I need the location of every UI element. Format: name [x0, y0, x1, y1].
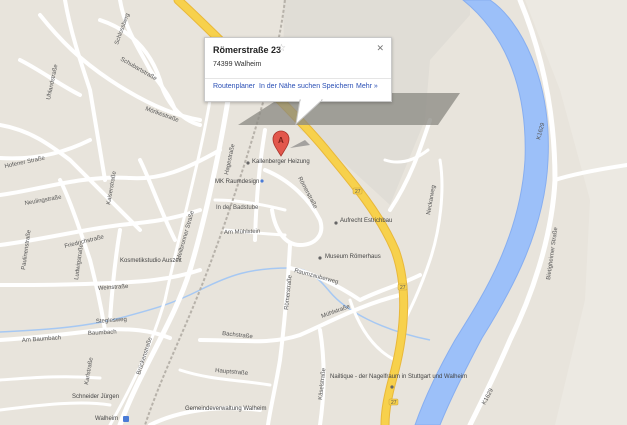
svg-text:Kosmetikstudio Auszeit: Kosmetikstudio Auszeit	[120, 258, 182, 264]
poi-museum[interactable]: Museum Römerhaus	[318, 254, 381, 260]
svg-text:Walheim: Walheim	[95, 416, 118, 422]
route-planner-link[interactable]: Routenplaner	[213, 83, 255, 90]
info-window-title: Römerstraße 23	[213, 45, 282, 55]
svg-text:27: 27	[355, 189, 361, 195]
poi-schneider[interactable]: Schneider Jürgen	[72, 394, 119, 400]
svg-text:A: A	[278, 136, 284, 145]
poi-mk-raumdesign[interactable]: MK Raumdesign	[215, 179, 264, 185]
svg-text:27: 27	[400, 285, 406, 291]
search-nearby-link[interactable]: In der Nähe suchen	[259, 83, 320, 90]
info-window-address: 74399 Walheim	[213, 61, 262, 68]
highway-shield-27c: 27	[388, 398, 399, 406]
label-muehlstein: Am Mühlstein	[224, 229, 261, 236]
info-window-actions: Routenplaner In der Nähe suchen Speicher…	[205, 78, 391, 93]
svg-text:27: 27	[391, 400, 397, 406]
poi-gemeinde[interactable]: Gemeindeverwaltung Walheim	[185, 406, 266, 412]
highway-shield-27: 27	[352, 187, 363, 195]
label-badstube: In der Badstube	[216, 205, 259, 211]
svg-text:Schneider Jürgen: Schneider Jürgen	[72, 394, 119, 400]
poi-kallenberger[interactable]: Kallenberger Heizung	[246, 159, 310, 165]
svg-text:Museum Römerhaus: Museum Römerhaus	[325, 254, 381, 260]
svg-text:MK Raumdesign: MK Raumdesign	[215, 179, 259, 185]
star-icon[interactable]: ☆	[277, 43, 286, 54]
svg-text:Kallenberger Heizung: Kallenberger Heizung	[252, 159, 310, 165]
save-link[interactable]: Speichern	[322, 83, 354, 90]
place-walheim[interactable]: Walheim	[95, 416, 129, 422]
close-icon[interactable]: ✕	[376, 43, 384, 54]
poi-kosmetik[interactable]: Kosmetikstudio Auszeit	[120, 258, 182, 264]
more-link[interactable]: Mehr »	[356, 83, 378, 90]
svg-text:Aufrecht Estrichbau: Aufrecht Estrichbau	[340, 218, 392, 224]
highway-shield-27b: 27	[397, 283, 408, 291]
svg-text:Gemeindeverwaltung Walheim: Gemeindeverwaltung Walheim	[185, 406, 266, 412]
info-window: Römerstraße 23 ☆ ✕ 74399 Walheim Routenp…	[204, 37, 392, 102]
poi-aufrecht[interactable]: Aufrecht Estrichbau	[334, 218, 392, 225]
svg-text:Nailtique - der Nagelfraum in: Nailtique - der Nagelfraum in Stuttgart …	[330, 374, 467, 380]
